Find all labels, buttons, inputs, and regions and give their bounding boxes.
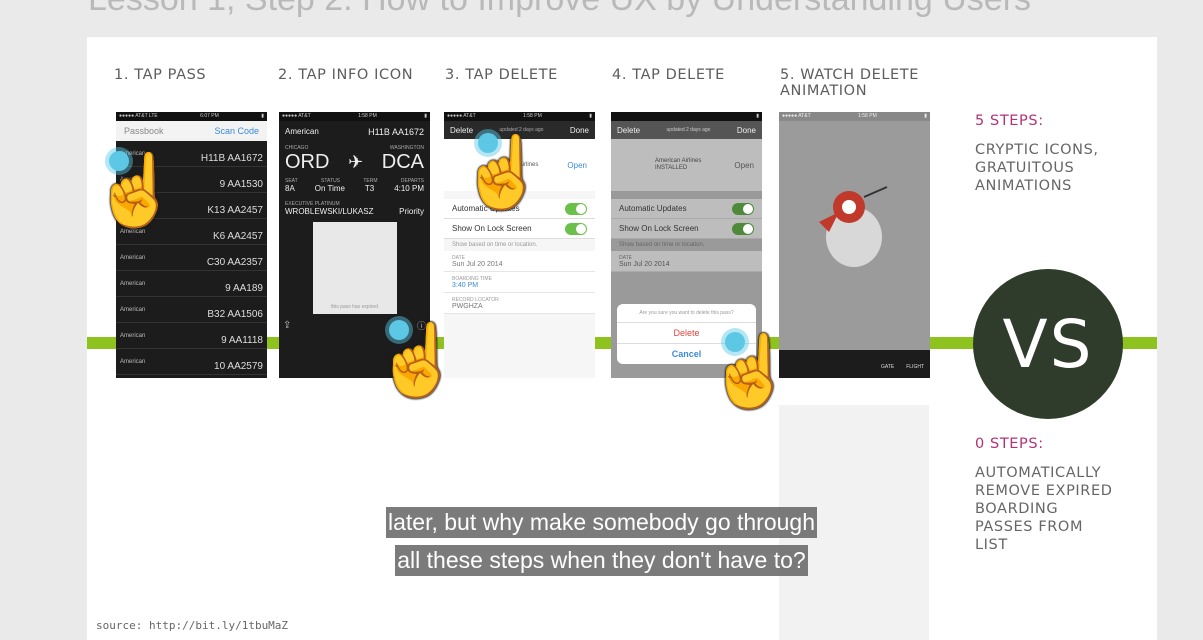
- settings-toolbar: Delete updated 2 days ago Done: [611, 121, 762, 139]
- lock-screen-row: Show On Lock Screen: [444, 219, 595, 239]
- lock-screen-hint: Show based on time or location.: [452, 242, 538, 248]
- flight-label: FLIGHT: [906, 364, 924, 370]
- gate-flight: 9 AA1118: [221, 335, 263, 346]
- five-steps-heading: 5 STEPS:: [975, 113, 1044, 129]
- share-icon[interactable]: ⇪: [283, 320, 291, 331]
- app-status: INSTALLED: [655, 165, 688, 171]
- pass-list-item[interactable]: American C30 AA2357: [116, 245, 267, 271]
- date-label: DATE: [619, 255, 632, 261]
- departs-value: 4:10 PM: [394, 184, 424, 193]
- expired-note: this pass has expired: [331, 304, 378, 310]
- priority-value: Priority: [399, 207, 424, 216]
- gate-flight: 10 AA2579: [214, 361, 263, 372]
- status-value: On Time: [314, 184, 345, 193]
- step-label-1: 1. TAP PASS: [114, 67, 207, 83]
- open-link[interactable]: Open: [567, 161, 587, 170]
- app-name: American Airlines: [655, 158, 702, 164]
- pointing-hand-icon: ☝: [92, 151, 180, 229]
- gate-flight: 9 AA189: [225, 283, 263, 294]
- step-label-5: 5. WATCH DELETE ANIMATION: [780, 67, 920, 99]
- zero-steps-heading: 0 STEPS:: [975, 436, 1044, 452]
- gate-label: GATE: [880, 364, 895, 370]
- destination-code: DCA: [381, 151, 424, 173]
- pass-list-item[interactable]: American 9 AA189: [116, 271, 267, 297]
- done-button[interactable]: Done: [570, 126, 589, 135]
- phone-delete-animation: ●●●●● AT&T 1:58 PM ▮ GATE FLIGHT: [779, 112, 930, 378]
- airline-name: American: [120, 228, 146, 235]
- passenger-name: WROBLEWSKI/LUKASZ: [285, 207, 374, 216]
- pass-list-item[interactable]: American 9 AA1118: [116, 323, 267, 349]
- pass-list-item[interactable]: American B32 AA1506: [116, 297, 267, 323]
- step-label-3: 3. TAP DELETE: [445, 67, 558, 83]
- flight-value: AA1672: [391, 127, 424, 137]
- locator-label: RECORD LOCATOR: [452, 297, 499, 303]
- scan-code-link[interactable]: Scan Code: [214, 126, 259, 136]
- status-bar: ●●●●● AT&T LTE 6:07 PM ▮: [116, 112, 267, 121]
- subtitle-line-1: later, but why make somebody go through: [0, 507, 1203, 538]
- airplane-icon: ✈: [348, 152, 364, 172]
- updated-note: updated 2 days ago: [666, 127, 711, 133]
- automatic-updates-toggle[interactable]: [732, 202, 754, 215]
- source-note: source: http://bit.ly/1tbuMaZ: [96, 619, 289, 632]
- airline-name: American: [120, 306, 146, 313]
- airline-name: American: [120, 332, 146, 339]
- lesson-title: Lesson 1, Step 2: How to Improve UX by U…: [88, 0, 1031, 19]
- pass-list-item[interactable]: American 10 AA2579: [116, 349, 267, 375]
- lock-screen-toggle[interactable]: [732, 222, 754, 235]
- airline-name: American: [120, 280, 146, 287]
- boarding-value: 3:40 PM: [444, 282, 595, 293]
- date-value: Sun Jul 20 2014: [611, 261, 762, 272]
- video-frame: Lesson 1, Step 2: How to Improve UX by U…: [0, 0, 1203, 640]
- status-bar: ▮: [611, 112, 762, 121]
- gate-flight: K6 AA2457: [212, 231, 263, 242]
- passbook-title: Passbook: [124, 126, 164, 136]
- pointing-hand-icon: ☝: [459, 133, 547, 211]
- airline-name: American: [285, 127, 319, 136]
- done-button[interactable]: Done: [737, 126, 756, 135]
- automatic-updates-toggle[interactable]: [565, 202, 587, 215]
- lock-screen-hint: Show based on time or location.: [619, 242, 705, 248]
- gate-flight: H11B AA1672: [200, 153, 263, 164]
- date-value: Sun Jul 20 2014: [444, 261, 595, 272]
- shredder-animation-icon: [819, 182, 889, 272]
- term-value: T3: [364, 184, 375, 193]
- tier-label: EXECUTIVE PLATINUM: [285, 201, 340, 207]
- airline-name: American: [120, 358, 146, 365]
- dialog-question: Are you sure you want to delete this pas…: [617, 304, 756, 323]
- five-steps-description: CRYPTIC ICONS, GRATUITOUS ANIMATIONS: [975, 142, 1099, 194]
- status-bar: ●●●●● AT&T 1:58 PM ▮: [779, 112, 930, 121]
- lock-screen-row: Show On Lock Screen: [611, 219, 762, 239]
- delete-button[interactable]: Delete: [617, 126, 640, 135]
- subtitle-line-2: all these steps when they don't have to?: [0, 545, 1203, 576]
- status-bar: ●●●●● AT&T 1:58 PM ▮: [444, 112, 595, 121]
- qr-code: this pass has expired: [312, 222, 397, 314]
- status-bar: ●●●●● AT&T 1:58 PM ▮: [279, 112, 430, 121]
- passbook-header: Passbook Scan Code: [116, 121, 267, 141]
- seat-value: 8A: [285, 184, 295, 193]
- gate-flight: 9 AA1530: [219, 179, 263, 190]
- step-label-2: 2. TAP INFO ICON: [278, 67, 414, 83]
- boarding-label: BOARDING TIME: [452, 276, 492, 282]
- date-label: DATE: [452, 255, 465, 261]
- origin-code: ORD: [285, 151, 330, 173]
- gate-value: H11B: [368, 127, 390, 137]
- automatic-updates-row: Automatic Updates: [611, 199, 762, 219]
- locator-value: PWGHZA: [444, 303, 595, 314]
- gate-flight: B32 AA1506: [207, 309, 263, 320]
- versus-badge: VS: [973, 269, 1123, 419]
- step-label-4: 4. TAP DELETE: [612, 67, 725, 83]
- lock-screen-toggle[interactable]: [565, 222, 587, 235]
- gate-flight: C30 AA2357: [206, 257, 263, 268]
- airline-name: American: [120, 254, 146, 261]
- gate-flight: K13 AA2457: [207, 205, 263, 216]
- open-link[interactable]: Open: [734, 161, 754, 170]
